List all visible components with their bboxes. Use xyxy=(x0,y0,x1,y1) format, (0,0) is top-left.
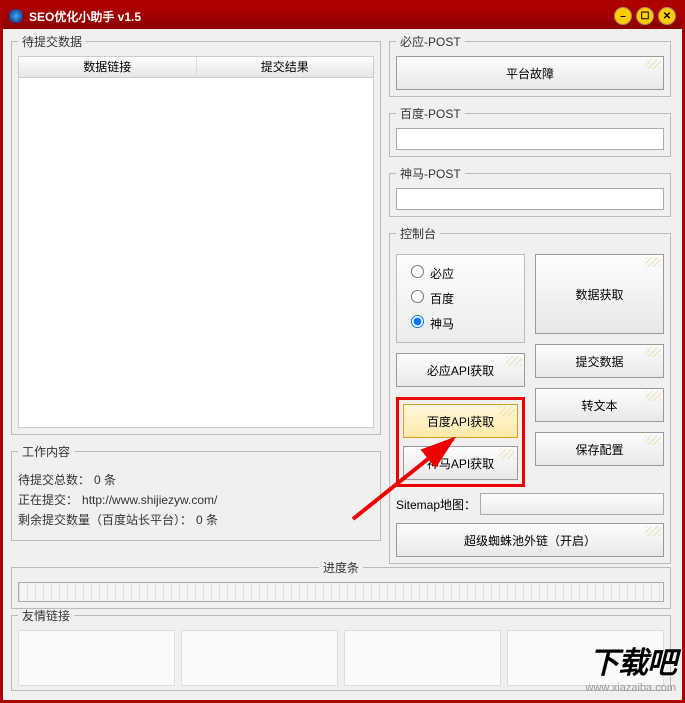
submitting-row: 正在提交：http://www.shijiezyw.com/ xyxy=(18,490,374,510)
sitemap-input[interactable] xyxy=(480,493,664,515)
progress-bar xyxy=(18,582,664,602)
window-buttons: – ☐ ✕ xyxy=(614,7,676,25)
col-result: 提交结果 xyxy=(197,57,374,77)
watermark-logo: 下载吧 xyxy=(586,638,676,682)
titlebar: SEO优化小助手 v1.5 – ☐ ✕ xyxy=(3,3,682,29)
highlight-box: 百度API获取 神马API获取 xyxy=(396,397,525,487)
work-info-group: 工作内容 待提交总数：0 条 正在提交：http://www.shijiezyw… xyxy=(11,443,381,541)
friend-slot[interactable] xyxy=(181,630,338,686)
baidu-api-button[interactable]: 百度API获取 xyxy=(403,404,518,438)
watermark: 下载吧 www.xiazaiba.com xyxy=(586,638,676,694)
biying-legend: 必应-POST xyxy=(396,33,465,50)
pending-data-group: 待提交数据 数据链接 提交结果 xyxy=(11,33,381,435)
app-title: SEO优化小助手 v1.5 xyxy=(29,8,614,25)
work-legend: 工作内容 xyxy=(18,443,74,460)
watermark-url: www.xiazaiba.com xyxy=(586,682,676,694)
remain-row: 剩余提交数量（百度站长平台）：0 条 xyxy=(18,510,374,530)
sitemap-label: Sitemap地图： xyxy=(396,496,476,513)
friend-legend: 友情链接 xyxy=(18,607,74,624)
baidu-post-group: 百度-POST xyxy=(389,105,671,157)
shenma-legend: 神马-POST xyxy=(396,165,465,182)
console-group: 控制台 必应 百度 神马 必应API获取 百度API获取 神马API获取 xyxy=(389,225,671,564)
content-area: 待提交数据 数据链接 提交结果 工作内容 待提交总数：0 条 正在提交：http… xyxy=(3,29,682,700)
shenma-post-group: 神马-POST xyxy=(389,165,671,217)
baidu-legend: 百度-POST xyxy=(396,105,465,122)
baidu-post-input[interactable] xyxy=(396,128,664,150)
maximize-button[interactable]: ☐ xyxy=(636,7,654,25)
spider-pool-button[interactable]: 超级蜘蛛池外链（开启） xyxy=(396,523,664,557)
close-button[interactable]: ✕ xyxy=(658,7,676,25)
table-body[interactable] xyxy=(18,78,374,428)
friend-slot[interactable] xyxy=(344,630,501,686)
biying-api-button[interactable]: 必应API获取 xyxy=(396,353,525,387)
save-config-button[interactable]: 保存配置 xyxy=(535,432,664,466)
minimize-button[interactable]: – xyxy=(614,7,632,25)
radio-biying[interactable]: 必应 xyxy=(397,261,524,286)
friend-slot[interactable] xyxy=(18,630,175,686)
col-link: 数据链接 xyxy=(19,57,197,77)
table-header: 数据链接 提交结果 xyxy=(18,56,374,78)
friend-links-group: 友情链接 xyxy=(11,607,671,691)
app-window: SEO优化小助手 v1.5 – ☐ ✕ 待提交数据 数据链接 提交结果 工作内容… xyxy=(0,0,685,703)
shenma-post-input[interactable] xyxy=(396,188,664,210)
totext-button[interactable]: 转文本 xyxy=(535,388,664,422)
biying-post-group: 必应-POST 平台故障 xyxy=(389,33,671,97)
radio-baidu[interactable]: 百度 xyxy=(397,286,524,311)
shenma-api-button[interactable]: 神马API获取 xyxy=(403,446,518,480)
progress-legend: 进度条 xyxy=(319,559,363,576)
console-legend: 控制台 xyxy=(396,225,440,242)
platform-fault-button[interactable]: 平台故障 xyxy=(396,56,664,90)
fetch-data-button[interactable]: 数据获取 xyxy=(535,254,664,334)
pending-total-row: 待提交总数：0 条 xyxy=(18,470,374,490)
app-icon xyxy=(9,9,23,23)
submit-data-button[interactable]: 提交数据 xyxy=(535,344,664,378)
progress-group: 进度条 xyxy=(11,559,671,609)
pending-legend: 待提交数据 xyxy=(18,33,86,50)
radio-shenma[interactable]: 神马 xyxy=(397,311,524,336)
